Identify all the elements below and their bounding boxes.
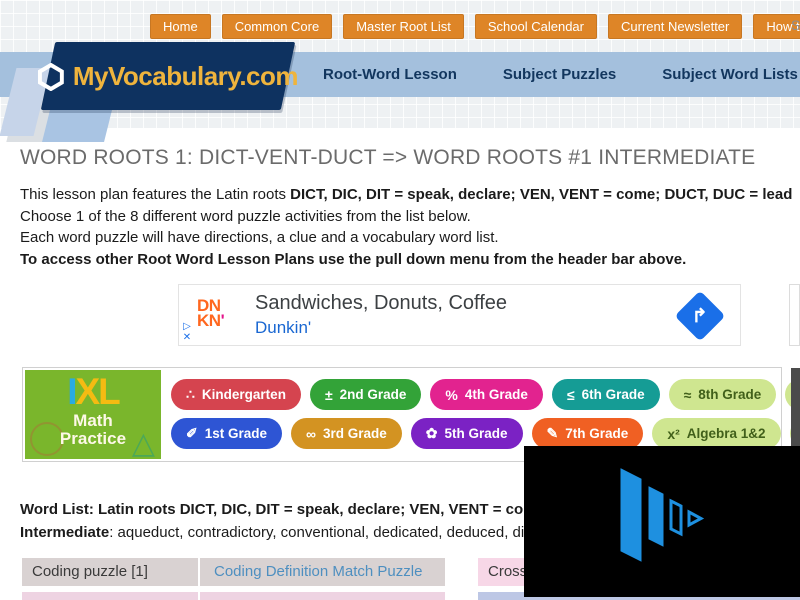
dunkin-logo: DN KN' [197,298,224,328]
intro-line-1: This lesson plan features the Latin root… [20,184,792,206]
arrow-icon: ↱ [692,304,708,327]
x-squared-icon: x² [667,426,679,442]
approx-equal-icon: ≈ [684,387,692,403]
grade-pill-kindergarten[interactable]: ∴Kindergarten [171,379,301,410]
main-nav: Root-Word Lesson Subject Puzzles Subject… [300,52,800,97]
ixl-logo: IXL [25,372,161,412]
puzzle-label-cell: Coding puzzle [1] [22,558,198,586]
grade-pill-4th[interactable]: %4th Grade [430,379,542,410]
ixl-tagline: Math Practice [25,412,161,448]
grade-pill-7th[interactable]: ✎7th Grade [532,418,644,449]
top-nav-school-calendar[interactable]: School Calendar [475,14,597,39]
ad-visit-site-button[interactable]: ↱ [675,291,726,342]
grade-pill-algebra[interactable]: x²Algebra 1&2 [652,418,780,449]
grade-pill-3rd[interactable]: ∞3rd Grade [291,418,402,449]
ad-brand-link[interactable]: Dunkin' [255,318,311,338]
ixl-grade-buttons: ∴Kindergarten ±2nd Grade %4th Grade ≤6th… [171,379,800,449]
dunkin-apostrophe: ' [221,311,225,330]
ad-close-icon[interactable]: ✕ [183,332,191,343]
adchoices-controls: ▷ ✕ [181,321,193,343]
scrollbar-thumb[interactable] [791,368,800,450]
ad-headline: Sandwiches, Donuts, Coffee [255,292,507,315]
top-nav-current-newsletter[interactable]: Current Newsletter [608,14,742,39]
grade-pill-2nd[interactable]: ±2nd Grade [310,379,421,410]
top-nav: Home Common Core Master Root List School… [150,14,800,39]
plus-minus-icon: ± [325,387,333,403]
pencil-cup-icon: ✐ [186,425,198,442]
adchoices-icon[interactable]: ▷ [183,321,191,332]
grade-pill-1st[interactable]: ✐1st Grade [171,418,282,449]
lesson-intro: This lesson plan features the Latin root… [20,184,792,270]
intro-line-3: Each word puzzle will have directions, a… [20,227,792,249]
top-nav-common-core[interactable]: Common Core [222,14,333,39]
top-nav-truncated-item[interactable]: S [791,17,800,33]
grade-pill-8th[interactable]: ≈8th Grade [669,379,777,410]
site-logo[interactable]: MyVocabulary.com [41,42,295,110]
percent-icon: % [445,387,457,403]
nav-root-word-lesson[interactable]: Root-Word Lesson [300,66,480,83]
intro-line-4: To access other Root Word Lesson Plans u… [20,249,792,271]
top-nav-home[interactable]: Home [150,14,211,39]
apple-book-icon: ✿ [426,425,438,442]
hexagon-icon [38,62,64,90]
video-player-overlay[interactable] [524,446,800,597]
pencil-icon: ✎ [547,425,559,442]
side-ad-fragment [789,284,800,346]
grade-pill-5th[interactable]: ✿5th Grade [411,418,523,449]
dunkin-ad-banner[interactable]: ▷ ✕ DN KN' Sandwiches, Donuts, Coffee Du… [178,284,741,346]
table-row2-cell-mid [200,592,445,600]
nav-subject-puzzles[interactable]: Subject Puzzles [480,66,639,83]
page-title: WORD ROOTS 1: DICT-VENT-DUCT => WORD ROO… [20,146,755,170]
intro-line-2: Choose 1 of the 8 different word puzzle … [20,206,792,228]
dots-icon: ∴ [186,386,195,403]
logo-text: MyVocabulary.com [73,61,298,92]
nav-subject-word-lists[interactable]: Subject Word Lists [639,66,800,83]
top-nav-master-root-list[interactable]: Master Root List [343,14,464,39]
puzzle-link-cell: Coding Definition Match Puzzle [200,558,445,586]
coding-definition-match-link[interactable]: Coding Definition Match Puzzle [214,563,422,580]
table-row2-cell-left [22,592,198,600]
ixl-logo-tile[interactable]: IXL Math Practice △ [25,370,161,459]
grade-pill-6th[interactable]: ≤6th Grade [552,379,660,410]
infinity-icon: ∞ [306,426,316,442]
page: { "colors": { "top_button_bg": "#de8527"… [0,0,800,600]
less-equal-icon: ≤ [567,387,575,403]
